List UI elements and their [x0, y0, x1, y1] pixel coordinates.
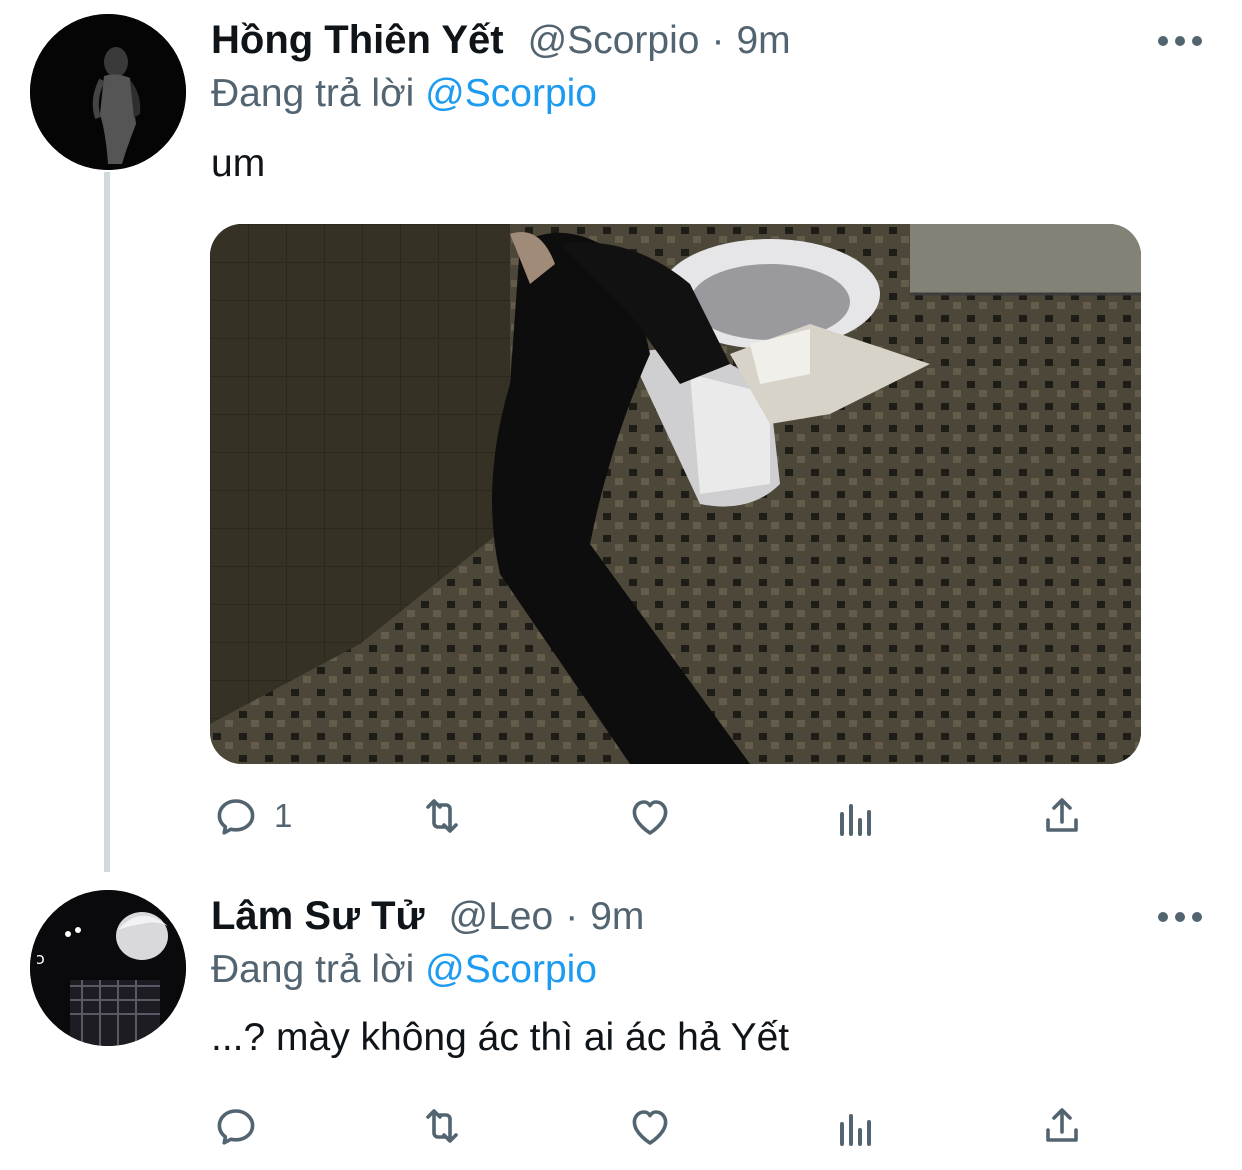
- retweet-button[interactable]: [418, 1100, 466, 1152]
- author-handle[interactable]: @Leo: [449, 895, 554, 939]
- retweet-icon: [426, 1109, 458, 1143]
- replying-to: Đang trả lời @Scorpio: [211, 72, 597, 116]
- svg-text:ↄ: ↄ: [36, 949, 45, 968]
- share-button[interactable]: [1038, 1100, 1086, 1152]
- avatar[interactable]: [30, 14, 186, 170]
- author-name[interactable]: Lâm Sư Tử: [211, 894, 425, 939]
- replying-to: Đang trả lời @Scorpio: [211, 948, 597, 992]
- more-icon[interactable]: [1158, 911, 1202, 923]
- reply-count: 1: [274, 797, 293, 834]
- reply-icon: [217, 799, 255, 835]
- retweet-icon: [426, 799, 458, 833]
- timestamp[interactable]: 9m: [590, 895, 644, 939]
- replying-mention[interactable]: @Scorpio: [425, 948, 597, 991]
- replying-prefix: Đang trả lời: [211, 948, 415, 991]
- reply-icon: [217, 1109, 255, 1145]
- separator: ·: [565, 895, 579, 938]
- tweet-text: ...? mày không ác thì ai ác hả Yết: [211, 1016, 790, 1059]
- reply-button[interactable]: 1: [212, 790, 292, 842]
- tweet-thread: Hồng Thiên Yết @Scorpio · 9m Đang trả lờ…: [0, 0, 1242, 1170]
- author-name[interactable]: Hồng Thiên Yết: [211, 18, 504, 63]
- retweet-button[interactable]: [418, 790, 466, 842]
- share-icon: [1046, 798, 1078, 832]
- share-button[interactable]: [1038, 790, 1086, 842]
- like-button[interactable]: [626, 1100, 674, 1152]
- analytics-button[interactable]: [832, 1102, 880, 1154]
- analytics-button[interactable]: [832, 792, 880, 844]
- reply-button[interactable]: [212, 1100, 274, 1152]
- tweet-header: Hồng Thiên Yết @Scorpio · 9m: [211, 18, 791, 63]
- thread-connector: [104, 172, 110, 872]
- tweet-header: Lâm Sư Tử @Leo · 9m: [211, 894, 644, 939]
- separator: ·: [711, 19, 725, 62]
- tweet-photo[interactable]: [210, 224, 1141, 764]
- analytics-icon: [840, 1114, 871, 1146]
- share-icon: [1046, 1108, 1078, 1142]
- analytics-icon: [840, 804, 871, 836]
- avatar[interactable]: ↄ: [30, 890, 186, 1046]
- like-icon: [632, 800, 668, 835]
- like-icon: [632, 1110, 668, 1145]
- author-handle[interactable]: @Scorpio: [528, 19, 700, 63]
- more-icon[interactable]: [1158, 35, 1202, 47]
- tweet-text: um: [211, 142, 266, 185]
- like-button[interactable]: [626, 790, 674, 842]
- replying-prefix: Đang trả lời: [211, 72, 415, 115]
- timestamp[interactable]: 9m: [736, 19, 790, 63]
- replying-mention[interactable]: @Scorpio: [425, 72, 597, 115]
